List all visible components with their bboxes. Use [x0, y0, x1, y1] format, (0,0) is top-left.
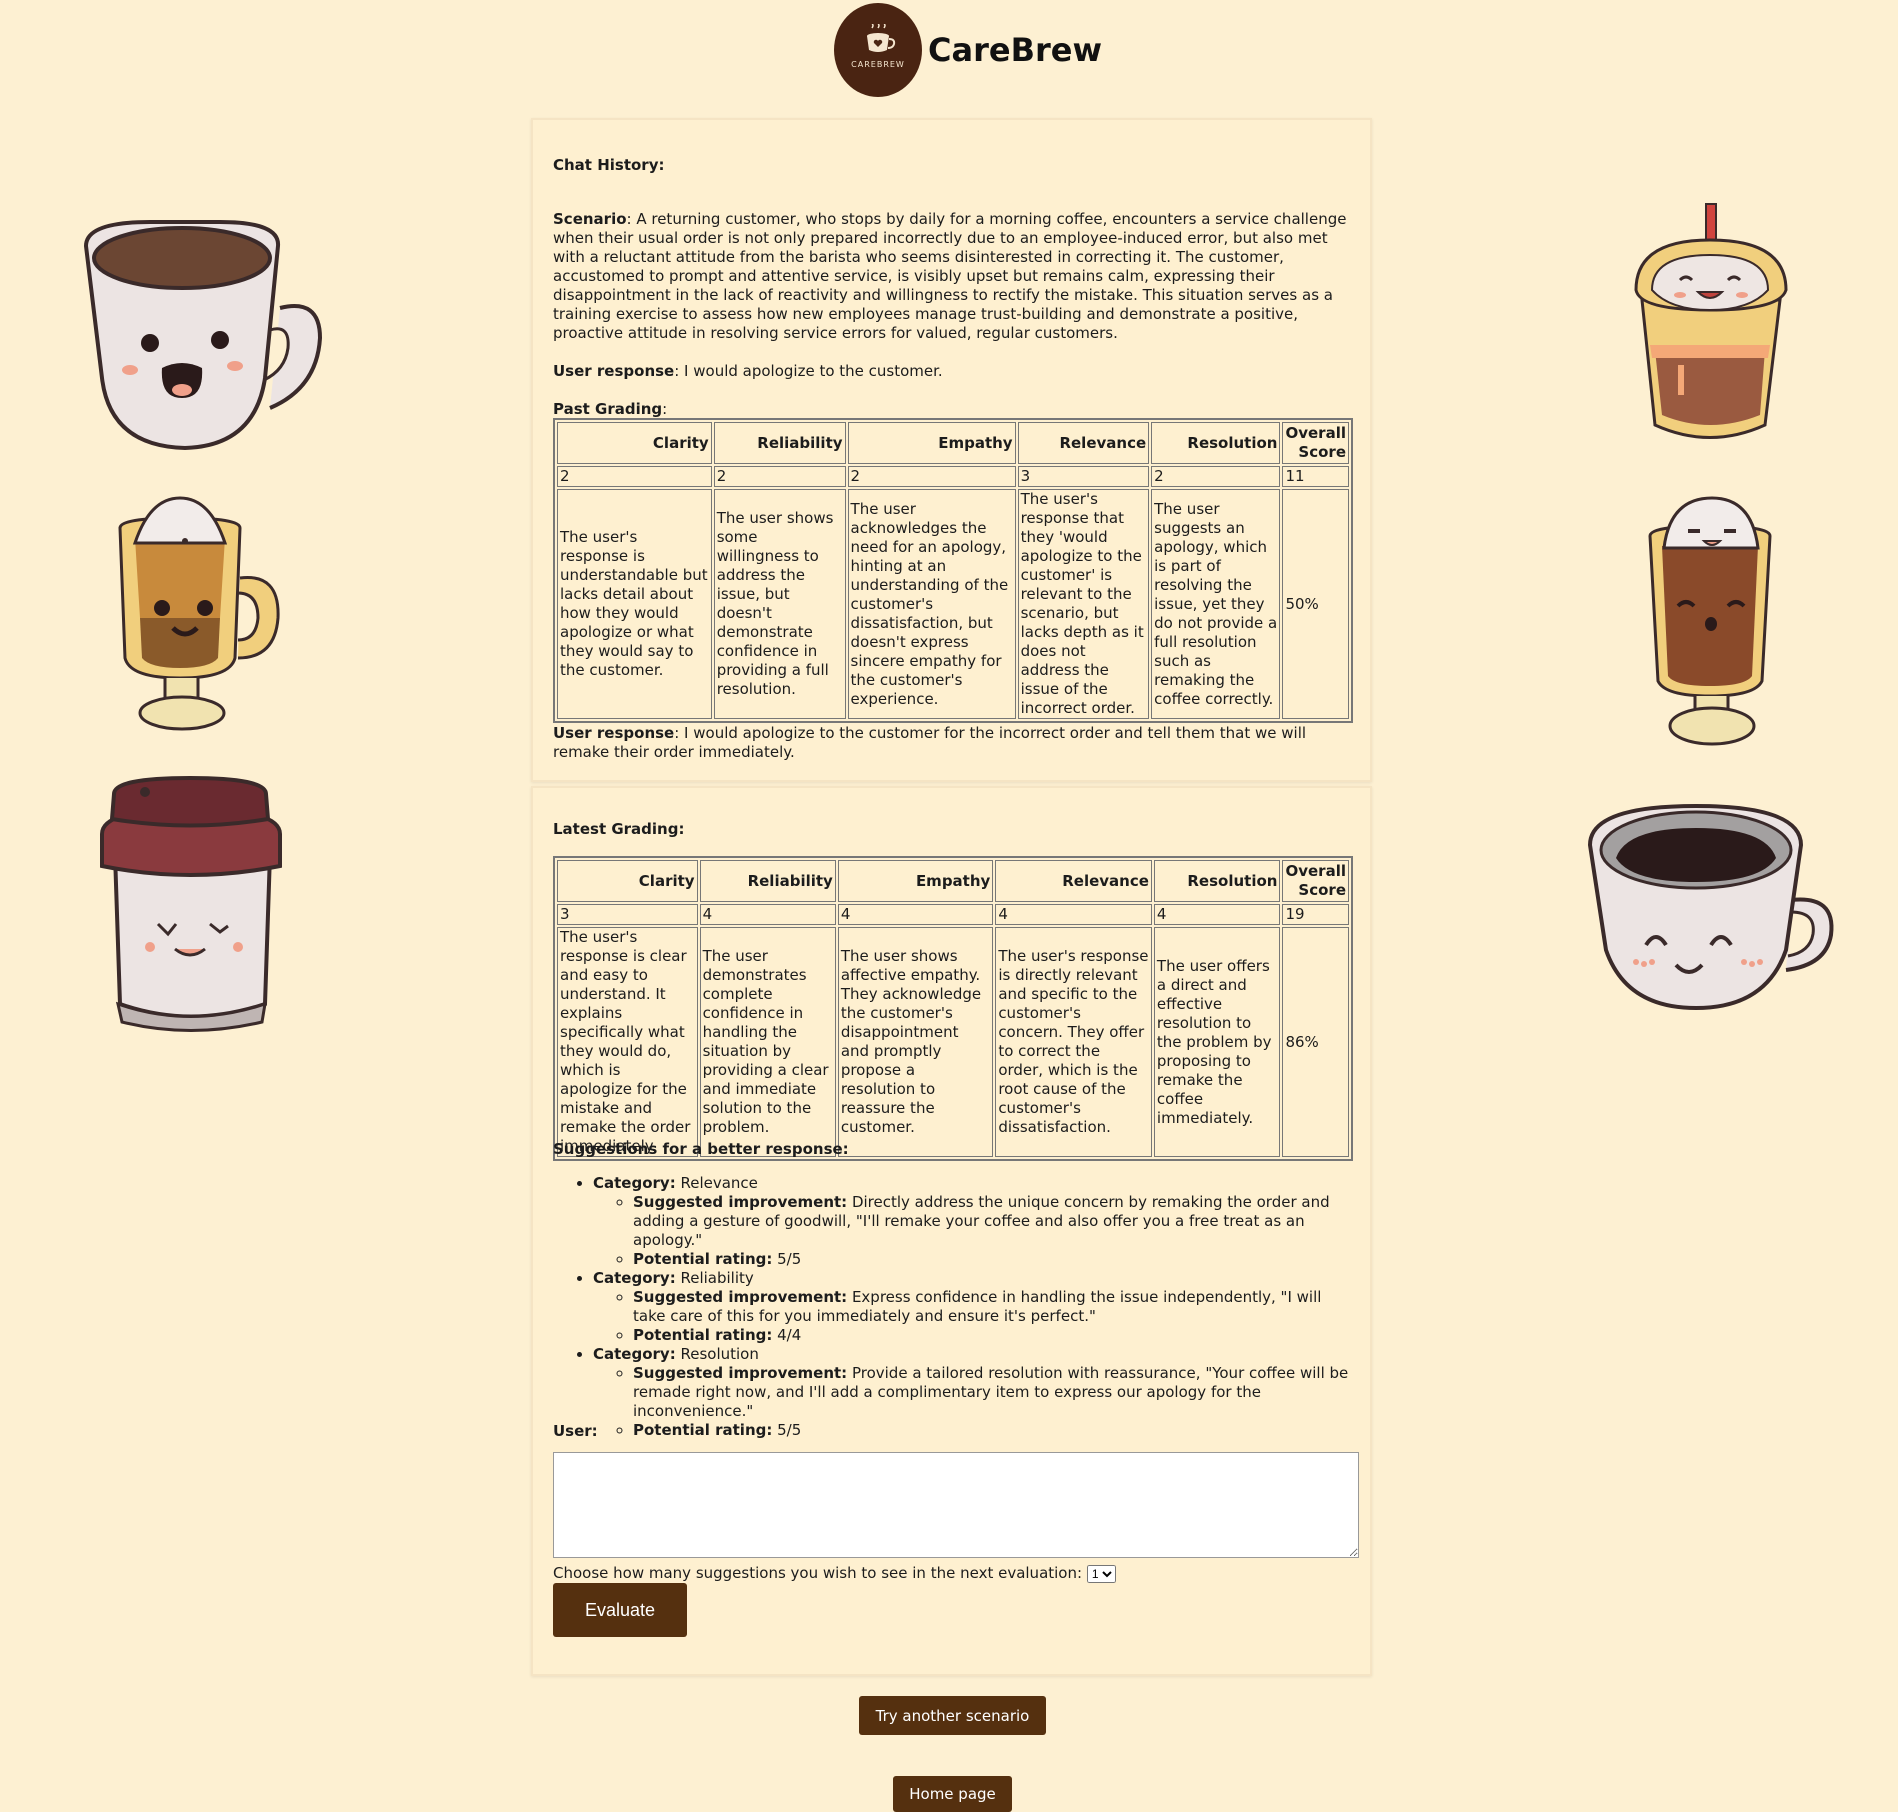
iced-coffee-illustration — [1634, 203, 1788, 439]
col-resolution: Resolution — [1153, 860, 1281, 902]
col-reliability: Reliability — [713, 422, 846, 464]
user-input-label: User: — [553, 1422, 598, 1440]
score-cell: 4 — [837, 904, 994, 925]
comment-cell: The user shows some willingness to addre… — [713, 489, 846, 719]
col-relevance: Relevance — [1017, 422, 1150, 464]
comment-cell: The user's response is understandable bu… — [557, 489, 712, 719]
comment-cell: The user's response is clear and easy to… — [557, 927, 698, 1157]
suggestions-list: Category: Relevance Suggested improvemen… — [553, 1174, 1356, 1440]
try-another-scenario-button[interactable]: Try another scenario — [859, 1696, 1046, 1735]
scenario-paragraph: Scenario: A returning customer, who stop… — [553, 210, 1350, 343]
col-clarity: Clarity — [557, 422, 712, 464]
happy-mug-illustration — [83, 220, 323, 451]
potential-rating: Potential rating: 4/4 — [633, 1326, 1356, 1345]
score-cell: 3 — [557, 904, 698, 925]
score-cell: 4 — [699, 904, 836, 925]
chat-history-panel: Chat History: Scenario: A returning cust… — [531, 118, 1372, 782]
logo-text: CAREBREW — [851, 60, 905, 69]
comment-cell: 86% — [1282, 927, 1349, 1157]
scenario-text: : A returning customer, who stops by dai… — [553, 210, 1347, 342]
suggestions-heading: Suggestions for a better response: — [553, 1140, 849, 1158]
score-cell: 4 — [995, 904, 1152, 925]
user-response-input[interactable] — [553, 1452, 1359, 1558]
takeaway-cup-illustration — [100, 775, 282, 1032]
suggested-improvement: Suggested improvement: Provide a tailore… — [633, 1364, 1356, 1421]
table-row-scores: 2 2 2 3 2 11 — [557, 466, 1349, 487]
score-cell: 19 — [1282, 904, 1349, 925]
comment-cell: The user suggests an apology, which is p… — [1151, 489, 1281, 719]
score-cell: 2 — [1151, 466, 1281, 487]
potential-rating: Potential rating: 5/5 — [633, 1250, 1356, 1269]
suggestion-item: Category: Reliability Suggested improvem… — [593, 1269, 1356, 1345]
smiling-mug-illustration — [1587, 803, 1834, 1011]
latest-grading-heading: Latest Grading: — [553, 820, 685, 838]
table-row-scores: 3 4 4 4 4 19 — [557, 904, 1349, 925]
user-response-2: User response: I would apologize to the … — [553, 724, 1307, 761]
score-cell: 3 — [1017, 466, 1150, 487]
suggestion-item: Category: Relevance Suggested improvemen… — [593, 1174, 1356, 1269]
brand-name: CareBrew — [928, 31, 1102, 69]
scenario-label: Scenario — [553, 210, 627, 228]
latte-glass-illustration — [118, 496, 280, 731]
suggestion-count-row: Choose how many suggestions you wish to … — [553, 1564, 1116, 1583]
col-empathy: Empathy — [847, 422, 1016, 464]
col-overall-score: Overall Score — [1282, 860, 1349, 902]
chat-history-heading: Chat History: — [553, 156, 665, 174]
suggestion-count-select[interactable]: 1 — [1086, 1565, 1116, 1583]
cream-latte-illustration — [1648, 496, 1772, 746]
evaluate-button[interactable]: Evaluate — [553, 1583, 687, 1637]
table-header-row: Clarity Reliability Empathy Relevance Re… — [557, 422, 1349, 464]
latest-grading-panel: Latest Grading: Clarity Reliability Empa… — [531, 786, 1372, 1676]
suggested-improvement: Suggested improvement: Directly address … — [633, 1193, 1356, 1250]
comment-cell: The user offers a direct and effective r… — [1153, 927, 1281, 1157]
col-empathy: Empathy — [837, 860, 994, 902]
user-response-1: User response: I would apologize to the … — [553, 362, 943, 380]
score-cell: 2 — [713, 466, 846, 487]
col-reliability: Reliability — [699, 860, 836, 902]
score-cell: 4 — [1153, 904, 1281, 925]
col-resolution: Resolution — [1151, 422, 1281, 464]
comment-cell: The user acknowledges the need for an ap… — [847, 489, 1016, 719]
table-header-row: Clarity Reliability Empathy Relevance Re… — [557, 860, 1349, 902]
table-row-comments: The user's response is understandable bu… — [557, 489, 1349, 719]
comment-cell: The user's response that they 'would apo… — [1017, 489, 1150, 719]
past-grading-label: Past Grading: — [553, 400, 668, 418]
suggestion-count-label: Choose how many suggestions you wish to … — [553, 1564, 1083, 1582]
latest-grading-table: Clarity Reliability Empathy Relevance Re… — [553, 856, 1353, 1161]
col-clarity: Clarity — [557, 860, 698, 902]
table-row-comments: The user's response is clear and easy to… — [557, 927, 1349, 1157]
brand-logo[interactable]: CAREBREW — [834, 3, 922, 97]
score-cell: 11 — [1282, 466, 1349, 487]
comment-cell: The user shows affective empathy. They a… — [837, 927, 994, 1157]
comment-cell: The user's response is directly relevant… — [995, 927, 1152, 1157]
coffee-cup-icon — [867, 24, 896, 52]
suggested-improvement: Suggested improvement: Express confidenc… — [633, 1288, 1356, 1326]
score-cell: 2 — [847, 466, 1016, 487]
score-cell: 2 — [557, 466, 712, 487]
comment-cell: The user demonstrates complete confidenc… — [699, 927, 836, 1157]
col-relevance: Relevance — [995, 860, 1152, 902]
suggestions-section: Suggestions for a better response: Categ… — [553, 1140, 1356, 1440]
col-overall-score: Overall Score — [1282, 422, 1349, 464]
past-grading-table: Clarity Reliability Empathy Relevance Re… — [553, 418, 1353, 723]
comment-cell: 50% — [1282, 489, 1349, 719]
home-page-button[interactable]: Home page — [893, 1776, 1012, 1812]
header: CAREBREW CareBrew — [834, 2, 1102, 98]
